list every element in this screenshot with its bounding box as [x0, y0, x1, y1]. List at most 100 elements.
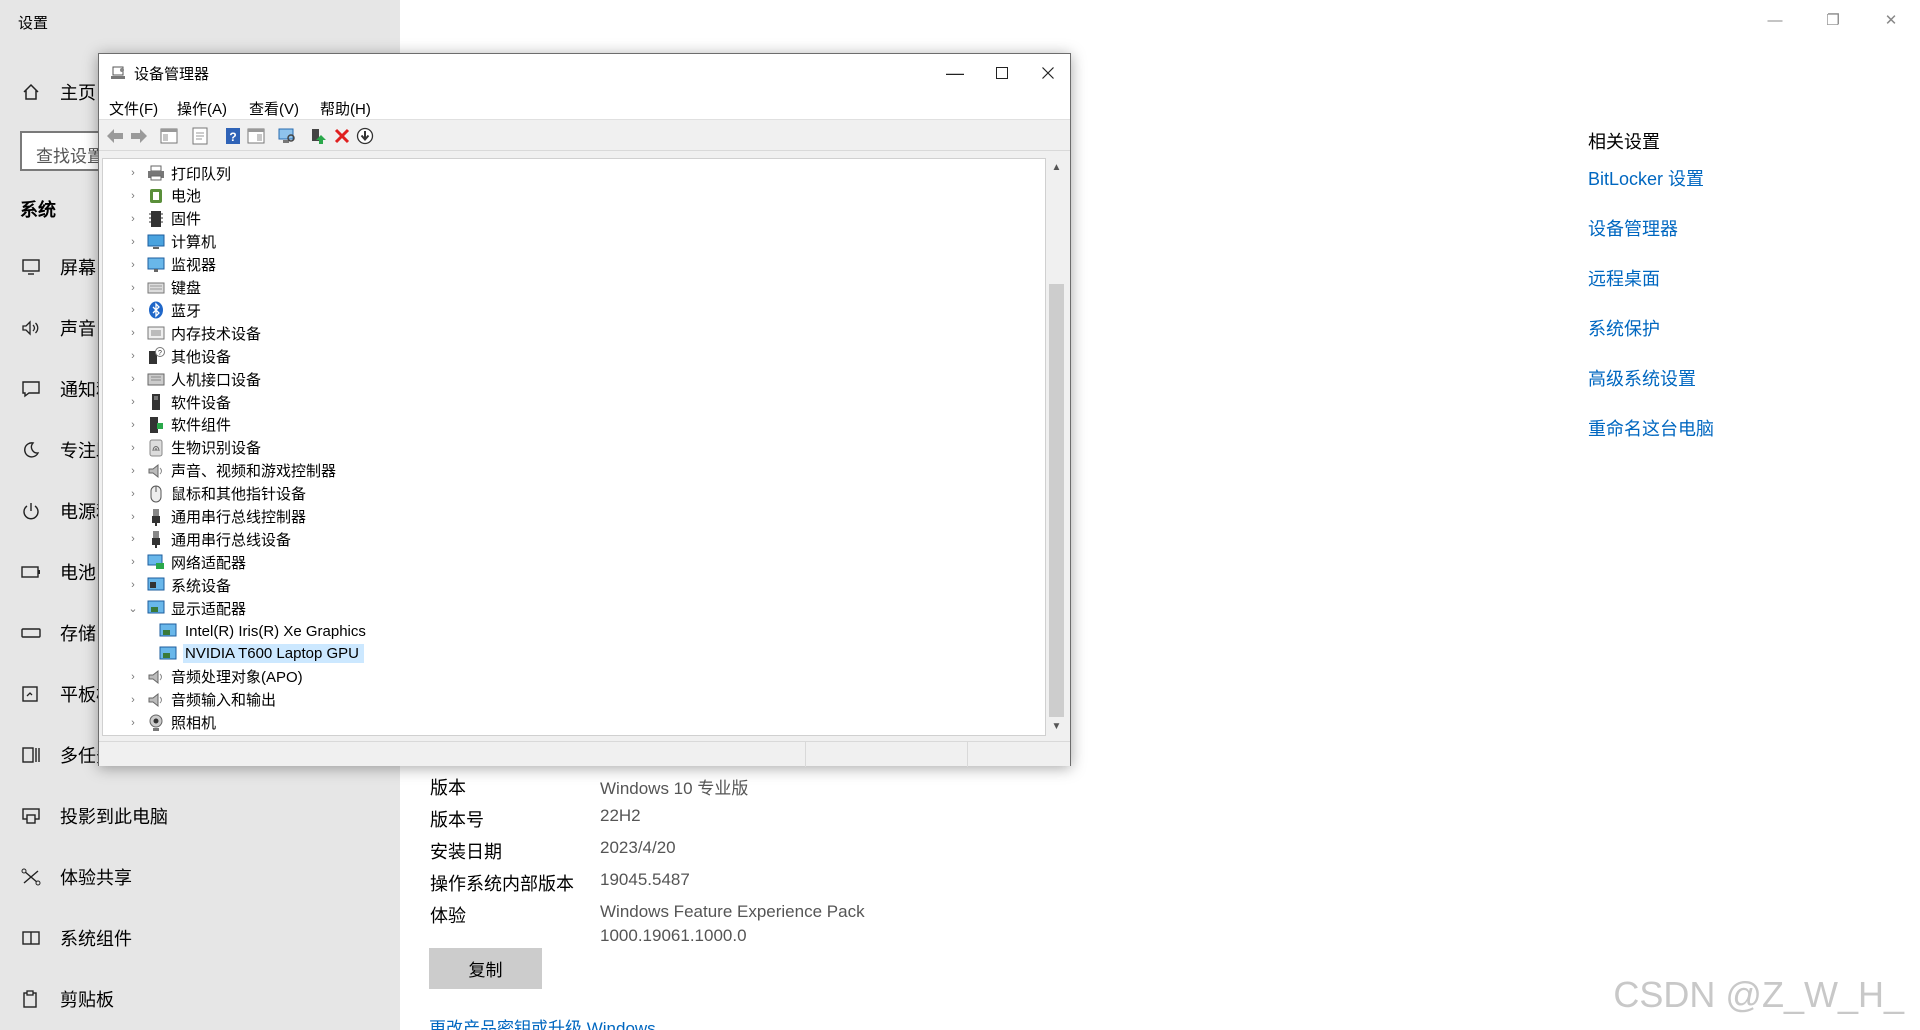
menu-file[interactable]: 文件(F): [109, 98, 158, 119]
properties-icon[interactable]: [190, 126, 210, 146]
device-category-item[interactable]: › 电池: [127, 185, 205, 207]
chevron-right-icon[interactable]: ›: [127, 556, 139, 568]
device-category-item[interactable]: › 网络适配器: [127, 551, 250, 573]
bitlocker-settings-link[interactable]: BitLocker 设置: [1588, 165, 1704, 191]
chevron-right-icon[interactable]: ›: [127, 442, 139, 454]
menu-view[interactable]: 查看(V): [249, 98, 299, 119]
firmware-icon: [147, 210, 165, 228]
copy-button[interactable]: 复制: [429, 948, 542, 989]
chevron-right-icon[interactable]: ›: [127, 327, 139, 339]
chevron-right-icon[interactable]: ›: [127, 167, 139, 179]
chevron-right-icon[interactable]: ›: [127, 717, 139, 729]
chevron-right-icon[interactable]: ›: [127, 671, 139, 683]
disable-device-icon[interactable]: [355, 126, 375, 146]
chevron-right-icon[interactable]: ›: [127, 488, 139, 500]
device-category-item[interactable]: › 固件: [127, 208, 205, 230]
chevron-right-icon[interactable]: ›: [127, 465, 139, 477]
advanced-system-settings-link[interactable]: 高级系统设置: [1588, 365, 1696, 391]
settings-nav-item[interactable]: 剪贴板: [0, 979, 400, 1019]
settings-nav-item[interactable]: 系统组件: [0, 918, 400, 958]
device-category-item[interactable]: › 系统设备: [127, 574, 235, 596]
device-category-item[interactable]: › 监视器: [127, 254, 220, 276]
device-category-item[interactable]: › 软件组件: [127, 414, 235, 436]
device-category-item[interactable]: › 音频处理对象(APO): [127, 666, 307, 688]
chevron-right-icon[interactable]: ›: [127, 282, 139, 294]
settings-restore-button[interactable]: ❐: [1804, 0, 1862, 40]
project-icon: [20, 805, 42, 827]
display-adapter-icon: [159, 645, 177, 663]
device-manager-titlebar[interactable]: 设备管理器 —: [99, 54, 1070, 92]
display-adapter-icon: [159, 622, 177, 640]
chevron-right-icon[interactable]: ›: [127, 533, 139, 545]
menu-action[interactable]: 操作(A): [177, 98, 227, 119]
device-tree-label: 通用串行总线控制器: [171, 509, 307, 526]
device-category-item[interactable]: › 软件设备: [127, 391, 235, 413]
device-category-item[interactable]: › 计算机: [127, 231, 220, 253]
help-icon[interactable]: ?: [223, 126, 243, 146]
remote-desktop-link[interactable]: 远程桌面: [1588, 265, 1660, 291]
dm-close-button[interactable]: [1019, 54, 1077, 92]
scroll-down-arrow-icon[interactable]: ▼: [1047, 717, 1066, 736]
settings-close-button[interactable]: ✕: [1862, 0, 1920, 40]
device-category-item[interactable]: › 照相机: [127, 712, 220, 734]
clipboard-icon: [20, 988, 42, 1010]
chevron-right-icon[interactable]: ›: [127, 190, 139, 202]
chevron-right-icon[interactable]: ›: [127, 579, 139, 591]
device-category-item[interactable]: › 声音、视频和游戏控制器: [127, 460, 340, 482]
action-pane-icon[interactable]: [246, 126, 266, 146]
device-tree-scrollbar[interactable]: ▲ ▼: [1047, 158, 1066, 736]
scan-hardware-icon[interactable]: [277, 126, 297, 146]
settings-nav-label: 剪贴板: [60, 990, 114, 1010]
device-category-item[interactable]: › 人机接口设备: [127, 368, 265, 390]
device-tree-item[interactable]: Intel(R) Iris(R) Xe Graphics: [159, 620, 371, 642]
chevron-right-icon[interactable]: ›: [127, 304, 139, 316]
settings-nav-item[interactable]: 投影到此电脑: [0, 796, 400, 836]
device-category-item[interactable]: › 键盘: [127, 277, 205, 299]
device-category-item[interactable]: › 通用串行总线设备: [127, 528, 295, 550]
forward-arrow-icon[interactable]: [129, 126, 149, 146]
device-category-item[interactable]: › 鼠标和其他指针设备: [127, 483, 310, 505]
chevron-right-icon[interactable]: ›: [127, 373, 139, 385]
chevron-right-icon[interactable]: ›: [127, 694, 139, 706]
system-protection-link[interactable]: 系统保护: [1588, 315, 1660, 341]
device-manager-link[interactable]: 设备管理器: [1588, 215, 1678, 241]
chevron-down-icon[interactable]: ⌄: [127, 602, 139, 615]
home-icon: [20, 81, 42, 103]
upgrade-windows-link[interactable]: 更改产品密钥或升级 Windows: [429, 1014, 656, 1030]
chevron-right-icon[interactable]: ›: [127, 259, 139, 271]
chevron-right-icon[interactable]: ›: [127, 236, 139, 248]
back-arrow-icon[interactable]: [105, 126, 125, 146]
device-category-item[interactable]: › 通用串行总线控制器: [127, 506, 310, 528]
device-category-item[interactable]: › 蓝牙: [127, 299, 205, 321]
device-tree-item[interactable]: NVIDIA T600 Laptop GPU: [159, 643, 364, 665]
show-hide-console-tree-icon[interactable]: [159, 126, 179, 146]
device-tree-label: 照相机: [171, 715, 217, 733]
uninstall-device-icon[interactable]: [332, 126, 352, 146]
settings-nav-item[interactable]: 体验共享: [0, 857, 400, 897]
scroll-up-arrow-icon[interactable]: ▲: [1047, 158, 1066, 177]
menu-help[interactable]: 帮助(H): [320, 98, 371, 119]
device-category-item[interactable]: › 打印队列: [127, 162, 235, 184]
device-category-item[interactable]: ›? 其他设备: [127, 345, 235, 367]
device-tree[interactable]: › 打印队列 › 电池 › 固件 › 计算机 › 监视器 › 键盘 › 蓝牙 › 内存技术设备 ›? 其他设备 › 人…: [102, 158, 1046, 736]
settings-nav-label: 体验共享: [60, 868, 132, 888]
notification-icon: [20, 378, 42, 400]
spec-os-build-label: 操作系统内部版本: [430, 874, 574, 894]
chevron-right-icon[interactable]: ›: [127, 419, 139, 431]
chevron-right-icon[interactable]: ›: [127, 511, 139, 523]
settings-window-title: 设置: [18, 15, 49, 32]
chevron-right-icon[interactable]: ›: [127, 350, 139, 362]
chevron-right-icon[interactable]: ›: [127, 213, 139, 225]
device-category-item[interactable]: › 生物识别设备: [127, 437, 265, 459]
device-category-item[interactable]: › 内存技术设备: [127, 322, 265, 344]
update-driver-icon[interactable]: [308, 126, 328, 146]
chevron-right-icon[interactable]: ›: [127, 396, 139, 408]
rename-pc-link[interactable]: 重命名这台电脑: [1588, 415, 1714, 441]
spec-experience-version: 1000.19061.1000.0: [600, 926, 747, 945]
scrollbar-thumb[interactable]: [1049, 284, 1064, 717]
settings-minimize-button[interactable]: —: [1746, 0, 1804, 40]
device-category-item[interactable]: › 音频输入和输出: [127, 689, 280, 711]
device-tree-label: 音频输入和输出: [171, 692, 277, 710]
device-category-item[interactable]: ⌄ 显示适配器: [127, 597, 250, 619]
device-tree-label: 生物识别设备: [171, 440, 262, 458]
